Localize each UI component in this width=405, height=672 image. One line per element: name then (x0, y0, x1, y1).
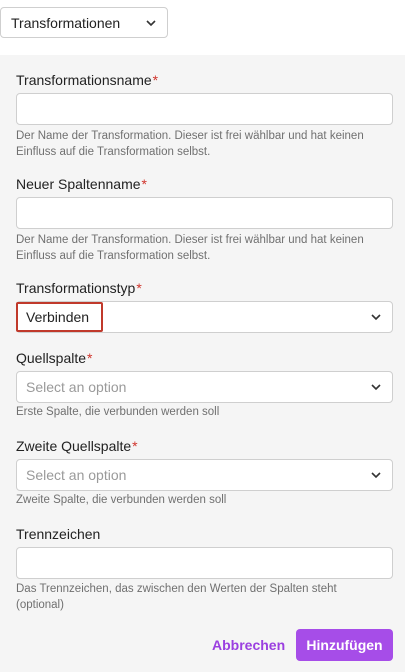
transformation-name-input[interactable] (16, 93, 393, 125)
add-button[interactable]: Hinzufügen (296, 629, 393, 661)
chevron-down-icon (371, 314, 381, 321)
required-marker: * (136, 280, 142, 296)
second-source-column-placeholder: Select an option (26, 467, 127, 483)
required-marker: * (87, 350, 93, 366)
new-column-name-label: Neuer Spaltenname* (16, 176, 147, 192)
chevron-down-icon (371, 384, 381, 391)
transformation-name-hint: Der Name der Transformation. Dieser ist … (16, 130, 364, 158)
chevron-down-icon (146, 19, 156, 26)
view-select-value: Transformationen (11, 14, 121, 31)
required-marker: * (132, 438, 138, 454)
separator-input[interactable] (16, 547, 393, 579)
source-column-hint: Erste Spalte, die verbunden werden soll (16, 406, 220, 418)
separator-hint: Das Trennzeichen, das zwischen den Werte… (16, 583, 337, 611)
second-source-column-select[interactable]: Select an option (16, 459, 393, 491)
second-source-column-hint: Zweite Spalte, die verbunden werden soll (16, 494, 227, 506)
source-column-select[interactable]: Select an option (16, 371, 393, 403)
view-select[interactable]: Transformationen (0, 7, 168, 38)
required-marker: * (141, 176, 147, 192)
source-column-placeholder: Select an option (26, 379, 127, 395)
required-marker: * (152, 72, 159, 88)
new-column-name-input[interactable] (16, 197, 393, 229)
transformation-type-select[interactable]: Verbinden (16, 301, 393, 333)
source-column-label: Quellspalte* (16, 350, 93, 366)
cancel-button[interactable]: Abbrechen (212, 629, 285, 661)
transformation-type-value: Verbinden (26, 309, 90, 325)
transformation-name-label: Transformationsname* (16, 72, 159, 88)
transformation-type-label: Transformationstyp* (16, 280, 142, 296)
chevron-down-icon (371, 472, 381, 479)
separator-label: Trennzeichen (16, 526, 101, 542)
second-source-column-label: Zweite Quellspalte* (16, 438, 138, 454)
new-column-name-hint: Der Name der Transformation. Dieser ist … (16, 234, 364, 262)
